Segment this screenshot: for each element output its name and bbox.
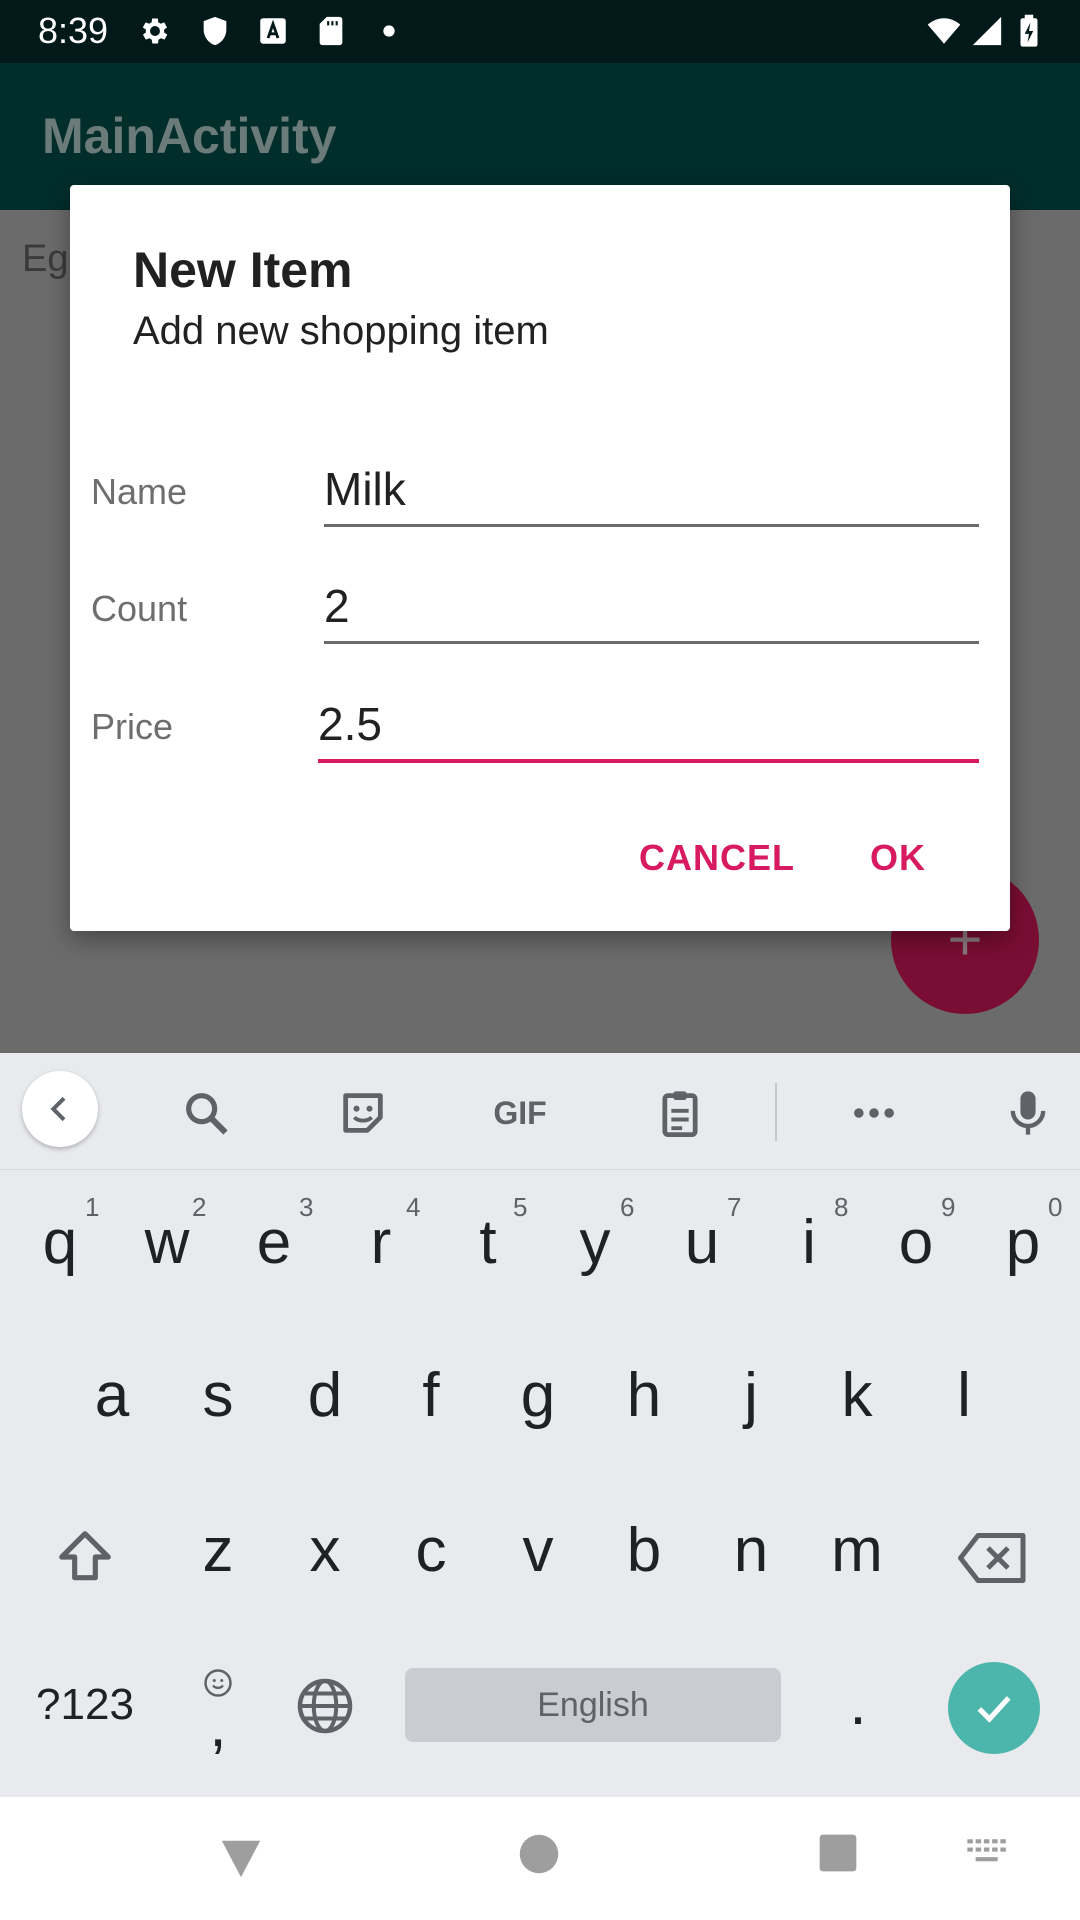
microphone-icon[interactable] <box>1002 1087 1054 1139</box>
key-hint-2: 2 <box>192 1192 207 1222</box>
key-c[interactable]: c <box>391 1515 471 1586</box>
key-hint-1: 1 <box>85 1192 100 1222</box>
app-title: MainActivity <box>42 108 337 164</box>
key-l[interactable]: l <box>924 1360 1004 1431</box>
key-z[interactable]: z <box>178 1515 258 1586</box>
space-key[interactable]: English <box>405 1668 781 1742</box>
count-field[interactable] <box>324 576 974 636</box>
keyboard-toolbar: GIF <box>0 1053 1080 1170</box>
notification-dot-icon <box>383 25 395 37</box>
key-b[interactable]: b <box>604 1515 684 1586</box>
battery-charging-icon <box>1020 14 1038 47</box>
check-icon <box>977 1696 1011 1723</box>
backspace-key-icon[interactable] <box>958 1532 1028 1584</box>
key-hint-9: 9 <box>941 1192 956 1222</box>
key-hint-0: 0 <box>1048 1192 1063 1222</box>
sd-card-icon <box>319 16 343 46</box>
key-h[interactable]: h <box>604 1360 684 1431</box>
dialog-subtitle: Add new shopping item <box>133 309 549 353</box>
enter-key[interactable] <box>948 1662 1040 1754</box>
cancel-button[interactable]: CANCEL <box>639 837 795 879</box>
search-icon[interactable] <box>180 1087 232 1139</box>
key-f[interactable]: f <box>391 1360 471 1431</box>
key-hint-6: 6 <box>620 1192 635 1222</box>
keyboard-switch-icon[interactable] <box>966 1837 1010 1869</box>
key-d[interactable]: d <box>285 1360 365 1431</box>
settings-icon <box>142 18 168 44</box>
more-icon[interactable] <box>848 1087 900 1139</box>
back-triangle-icon[interactable] <box>218 1835 264 1881</box>
key-x[interactable]: x <box>285 1515 365 1586</box>
key-hint-7: 7 <box>727 1192 742 1222</box>
key-hint-8: 8 <box>834 1192 849 1222</box>
chevron-left-icon <box>50 1096 66 1122</box>
key-v[interactable]: v <box>498 1515 578 1586</box>
count-field-underline <box>324 641 979 644</box>
price-label: Price <box>91 706 174 747</box>
key-k[interactable]: k <box>817 1360 897 1431</box>
sticker-icon[interactable] <box>337 1087 389 1139</box>
recents-square-icon[interactable] <box>818 1833 858 1873</box>
comma-key[interactable]: , <box>188 1690 248 1761</box>
key-hint-5: 5 <box>513 1192 528 1222</box>
status-bar: 8:39 <box>0 0 1080 63</box>
cell-signal-icon <box>972 16 1002 46</box>
emoji-icon <box>204 1669 232 1697</box>
globe-icon[interactable] <box>295 1676 355 1736</box>
price-field-underline <box>318 759 979 763</box>
key-m[interactable]: m <box>817 1515 897 1586</box>
key-hint-3: 3 <box>299 1192 314 1222</box>
font-a-icon <box>260 18 286 44</box>
price-field[interactable] <box>318 694 974 754</box>
clipboard-icon[interactable] <box>654 1087 706 1139</box>
count-label: Count <box>91 588 188 629</box>
name-field-underline <box>324 524 979 527</box>
wifi-icon <box>927 18 961 44</box>
status-time: 8:39 <box>38 10 109 51</box>
navigation-bar <box>0 1797 1080 1920</box>
key-g[interactable]: g <box>498 1360 578 1431</box>
new-item-dialog: New Item Add new shopping item Name Coun… <box>70 185 1010 931</box>
home-circle-icon[interactable] <box>518 1833 560 1875</box>
gif-button[interactable]: GIF <box>486 1087 554 1139</box>
ok-button[interactable]: OK <box>870 837 926 879</box>
key-s[interactable]: s <box>178 1360 258 1431</box>
symbols-key[interactable]: ?123 <box>20 1680 150 1730</box>
key-hint-4: 4 <box>406 1192 421 1222</box>
name-label: Name <box>91 471 188 512</box>
key-n[interactable]: n <box>711 1515 791 1586</box>
key-a[interactable]: a <box>72 1360 152 1431</box>
shield-icon <box>203 16 227 46</box>
name-field[interactable] <box>324 459 974 519</box>
period-key[interactable]: . <box>828 1668 888 1739</box>
key-j[interactable]: j <box>711 1360 791 1431</box>
shift-key-icon[interactable] <box>54 1526 116 1588</box>
dialog-title: New Item <box>133 242 353 298</box>
keyboard-back-button[interactable] <box>22 1071 98 1147</box>
toolbar-divider <box>775 1083 777 1141</box>
